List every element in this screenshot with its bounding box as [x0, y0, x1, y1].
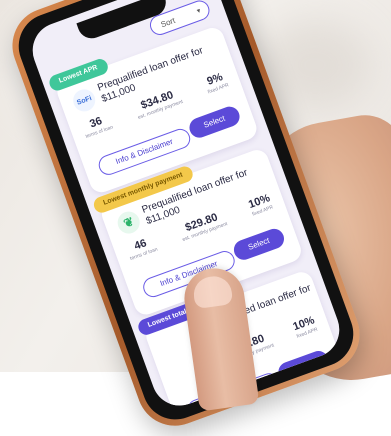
lender-logo: SoFi	[70, 86, 99, 115]
stat-apr: 9% fixed APR	[203, 70, 233, 102]
stat-term: 46 terms of loan	[125, 234, 161, 268]
phone-screen: Sort ▾ Lowest APR SoFi Prequalified loan…	[24, 0, 348, 414]
select-button[interactable]: Select	[275, 348, 332, 385]
phone: Sort ▾ Lowest APR SoFi Prequalified loan…	[1, 0, 371, 436]
phone-scene: Sort ▾ Lowest APR SoFi Prequalified loan…	[0, 0, 391, 436]
stat-apr: 10% fixed APR	[247, 192, 277, 224]
leaf-icon: ❦	[114, 208, 143, 237]
select-button[interactable]: Select	[231, 226, 287, 263]
chevron-down-icon: ▾	[196, 7, 202, 16]
stat-apr: 10% fixed APR	[291, 314, 321, 346]
select-button[interactable]: Select	[186, 103, 243, 141]
phone-bezel: Sort ▾ Lowest APR SoFi Prequalified loan…	[9, 0, 363, 429]
stat-monthly: $29.80 est. monthly payment	[177, 209, 231, 250]
fingernail	[191, 274, 234, 310]
stat-term: 36 terms of loan	[80, 112, 116, 146]
sort-label: Sort	[159, 15, 177, 30]
stat-monthly: $34.80 est. monthly payment	[133, 87, 187, 128]
